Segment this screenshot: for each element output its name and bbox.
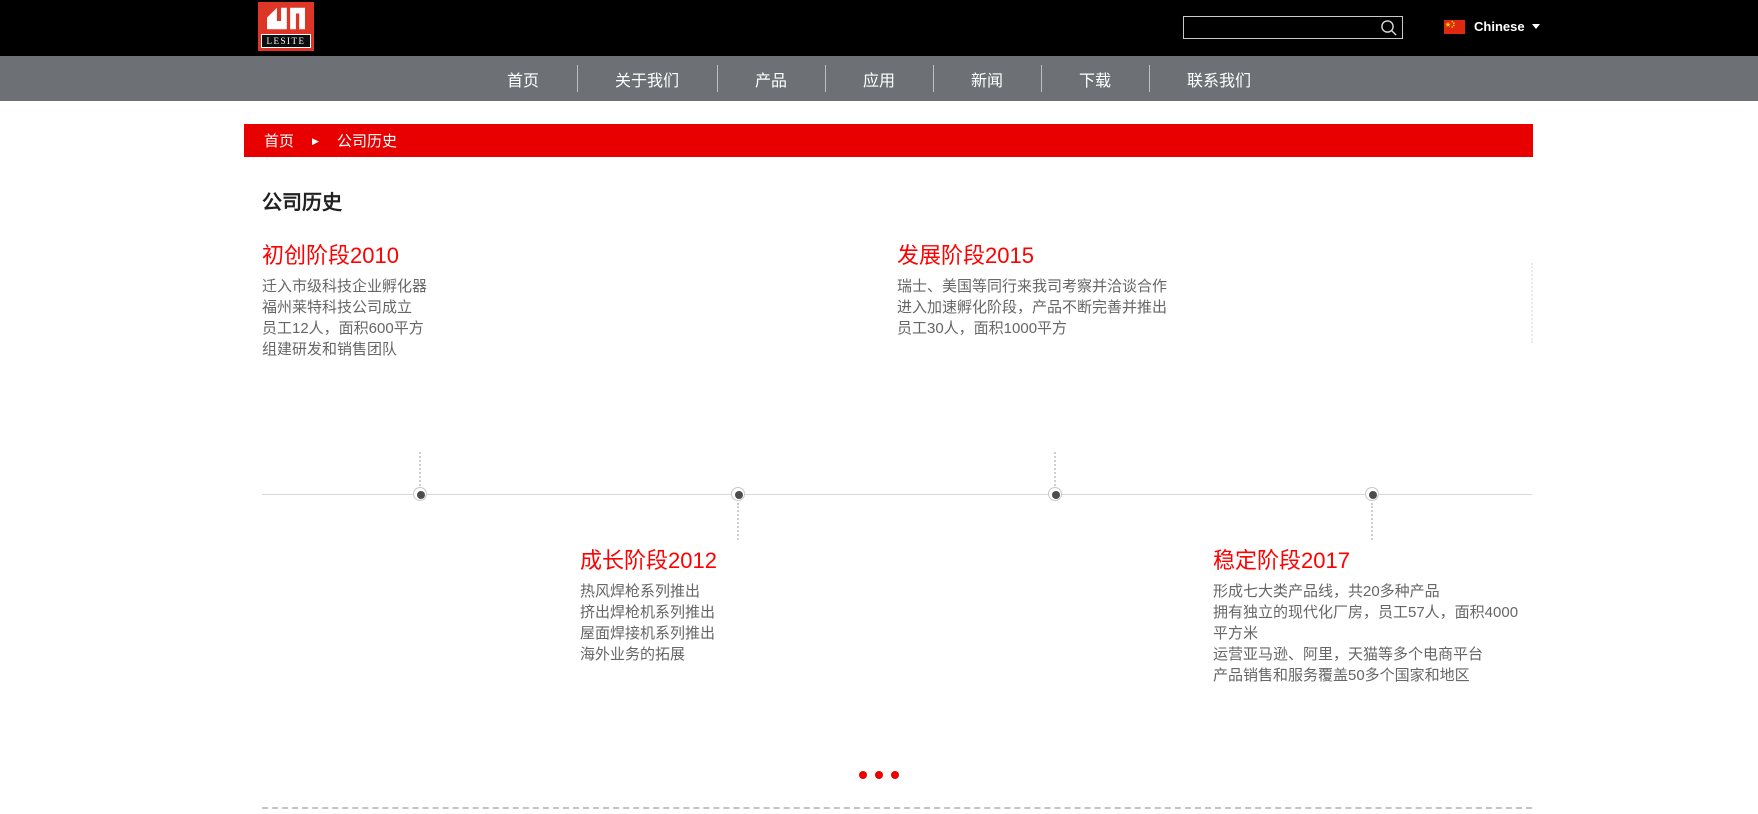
language-selector[interactable]: Chinese bbox=[1444, 19, 1540, 34]
stage-2015-line: 进入加速孵化阶段，产品不断完善并推出 bbox=[897, 297, 1167, 318]
logo-mark-icon bbox=[267, 7, 305, 30]
page-title: 公司历史 bbox=[262, 186, 342, 215]
stage-2017-line: 拥有独立的现代化厂房，员工57人，面积4000 bbox=[1213, 602, 1518, 623]
search-box bbox=[1183, 16, 1403, 39]
stage-2010-line: 员工12人，面积600平方 bbox=[262, 318, 427, 339]
timeline-connector-next-partial bbox=[1531, 263, 1533, 343]
timeline-connector-2017 bbox=[1371, 503, 1373, 540]
stage-2017-line: 产品销售和服务覆盖50多个国家和地区 bbox=[1213, 665, 1518, 686]
stage-title-2015: 发展阶段2015 bbox=[897, 238, 1167, 270]
carousel-dot[interactable] bbox=[891, 771, 899, 779]
main-nav: 首页 关于我们 产品 应用 新闻 下载 联系我们 bbox=[0, 56, 1758, 101]
stage-2010-line: 迁入市级科技企业孵化器 bbox=[262, 276, 427, 297]
carousel-dots bbox=[0, 771, 1758, 779]
search-input[interactable] bbox=[1184, 17, 1379, 38]
nav-item-about[interactable]: 关于我们 bbox=[577, 56, 717, 101]
carousel-dot[interactable] bbox=[875, 771, 883, 779]
nav-item-products[interactable]: 产品 bbox=[717, 56, 825, 101]
stage-title-2012: 成长阶段2012 bbox=[580, 543, 717, 575]
nav-item-contact[interactable]: 联系我们 bbox=[1149, 56, 1289, 101]
stage-2015-line: 瑞士、美国等同行来我司考察并洽谈合作 bbox=[897, 276, 1167, 297]
timeline-stage-2010: 初创阶段2010 迁入市级科技企业孵化器 福州莱特科技公司成立 员工12人，面积… bbox=[262, 238, 427, 360]
nav-item-news[interactable]: 新闻 bbox=[933, 56, 1041, 101]
page: LESITE Chinese 首页 关于我们 bbox=[0, 0, 1758, 814]
stage-2010-line: 福州莱特科技公司成立 bbox=[262, 297, 427, 318]
timeline-stage-2017: 稳定阶段2017 形成七大类产品线，共20多种产品 拥有独立的现代化厂房，员工5… bbox=[1213, 543, 1518, 686]
logo-brand-text: LESITE bbox=[261, 34, 311, 48]
chevron-down-icon bbox=[1532, 24, 1540, 29]
timeline-connector-2010 bbox=[419, 452, 421, 486]
bottom-dashed-divider bbox=[262, 807, 1532, 809]
breadcrumb-arrow-icon: ▶ bbox=[312, 136, 319, 147]
stage-title-2010: 初创阶段2010 bbox=[262, 238, 427, 270]
breadcrumb-home-link[interactable]: 首页 bbox=[264, 130, 294, 151]
header: LESITE Chinese bbox=[0, 0, 1758, 56]
logo[interactable]: LESITE bbox=[258, 2, 314, 51]
stage-title-2017: 稳定阶段2017 bbox=[1213, 543, 1518, 575]
timeline-connector-2012 bbox=[737, 503, 739, 540]
stage-2012-line: 挤出焊枪机系列推出 bbox=[580, 602, 717, 623]
timeline-marker-2010 bbox=[413, 487, 427, 501]
nav-list: 首页 关于我们 产品 应用 新闻 下载 联系我们 bbox=[0, 56, 1758, 101]
stage-2015-line: 员工30人，面积1000平方 bbox=[897, 318, 1167, 339]
timeline-axis bbox=[262, 494, 1532, 495]
stage-2010-line: 组建研发和销售团队 bbox=[262, 339, 427, 360]
stage-2012-line: 屋面焊接机系列推出 bbox=[580, 623, 717, 644]
stage-2017-line: 形成七大类产品线，共20多种产品 bbox=[1213, 581, 1518, 602]
timeline-connector-2015 bbox=[1054, 452, 1056, 486]
stage-2012-line: 海外业务的拓展 bbox=[580, 644, 717, 665]
language-label: Chinese bbox=[1474, 19, 1525, 34]
timeline-stage-2015: 发展阶段2015 瑞士、美国等同行来我司考察并洽谈合作 进入加速孵化阶段，产品不… bbox=[897, 238, 1167, 339]
breadcrumb-current: 公司历史 bbox=[337, 130, 397, 151]
timeline-marker-2015 bbox=[1048, 487, 1062, 501]
nav-item-apps[interactable]: 应用 bbox=[825, 56, 933, 101]
stage-2017-line: 平方米 bbox=[1213, 623, 1518, 644]
timeline-marker-2012 bbox=[731, 487, 745, 501]
nav-item-download[interactable]: 下载 bbox=[1041, 56, 1149, 101]
timeline-stage-2012: 成长阶段2012 热风焊枪系列推出 挤出焊枪机系列推出 屋面焊接机系列推出 海外… bbox=[580, 543, 717, 665]
stage-2012-line: 热风焊枪系列推出 bbox=[580, 581, 717, 602]
carousel-dot[interactable] bbox=[859, 771, 867, 779]
timeline-marker-2017 bbox=[1365, 487, 1379, 501]
search-icon[interactable] bbox=[1379, 18, 1399, 38]
nav-item-home[interactable]: 首页 bbox=[469, 56, 577, 101]
breadcrumb: 首页 ▶ 公司历史 bbox=[244, 124, 1533, 157]
stage-2017-line: 运营亚马逊、阿里，天猫等多个电商平台 bbox=[1213, 644, 1518, 665]
china-flag-icon bbox=[1444, 20, 1465, 34]
